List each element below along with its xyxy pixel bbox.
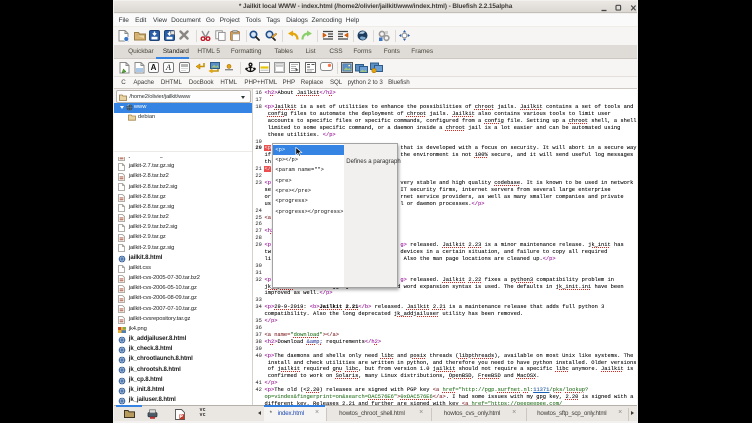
svg-text:A: A <box>150 63 156 72</box>
svg-text:A: A <box>165 63 171 72</box>
